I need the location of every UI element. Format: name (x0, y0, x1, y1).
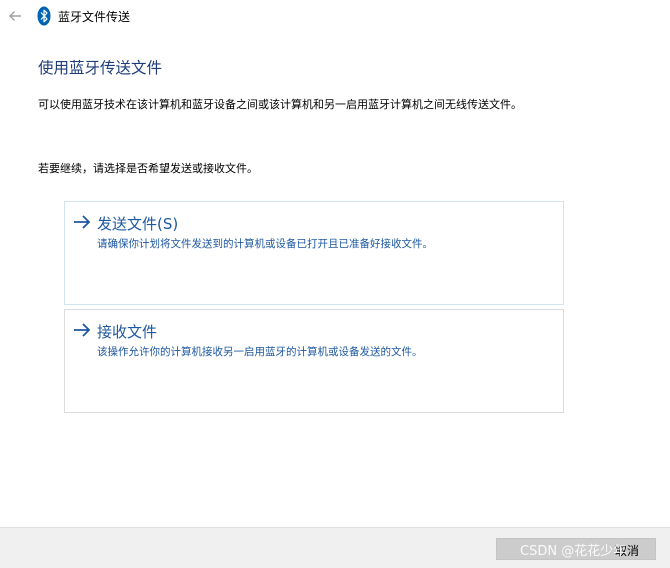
prompt-text: 若要继续，请选择是否希望发送或接收文件。 (38, 162, 258, 175)
back-button[interactable] (6, 7, 24, 25)
title-bar: 蓝牙文件传送 (0, 0, 670, 32)
footer-bar: 取消 CSDN @花花少年 (0, 527, 670, 568)
arrow-left-icon (9, 11, 21, 21)
arrow-right-icon (74, 215, 91, 229)
bluetooth-icon (37, 6, 51, 26)
receive-files-option[interactable]: 接收文件 该操作允许你的计算机接收另一启用蓝牙的计算机或设备发送的文件。 (64, 309, 564, 413)
send-files-description: 请确保你计划将文件发送到的计算机或设备已打开且已准备好接收文件。 (97, 238, 433, 250)
cancel-label: 取消 (614, 544, 639, 558)
send-files-title: 发送文件(S) (97, 215, 179, 233)
receive-files-title: 接收文件 (97, 323, 158, 341)
arrow-right-icon (74, 323, 91, 337)
page-heading: 使用蓝牙传送文件 (38, 59, 163, 77)
cancel-button[interactable]: 取消 (496, 538, 656, 560)
window-title: 蓝牙文件传送 (58, 10, 131, 24)
send-files-option[interactable]: 发送文件(S) 请确保你计划将文件发送到的计算机或设备已打开且已准备好接收文件。 (64, 201, 564, 305)
receive-files-description: 该操作允许你的计算机接收另一启用蓝牙的计算机或设备发送的文件。 (97, 346, 423, 358)
description-text: 可以使用蓝牙技术在该计算机和蓝牙设备之间或该计算机和另一启用蓝牙计算机之间无线传… (38, 98, 522, 111)
